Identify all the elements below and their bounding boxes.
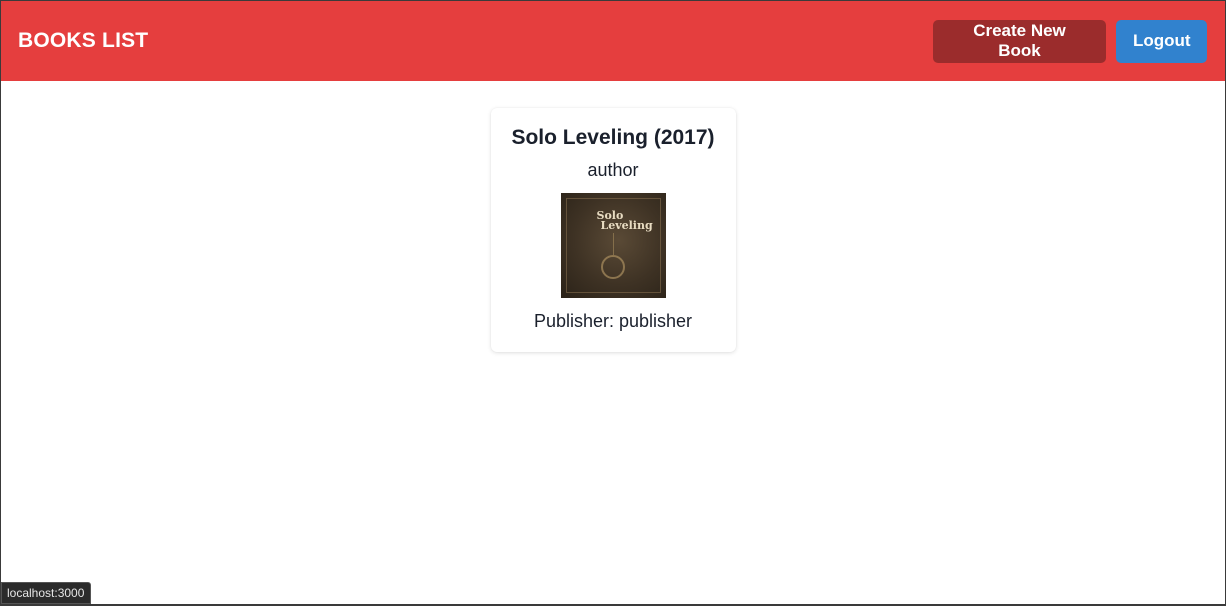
app-title: BOOKS LIST xyxy=(18,29,149,52)
create-new-book-button[interactable]: Create New Book xyxy=(933,19,1106,63)
header-actions: Create New Book Logout xyxy=(933,19,1207,63)
cover-title-line2: Leveling xyxy=(600,219,653,232)
book-publisher: Publisher: publisher xyxy=(533,311,693,331)
book-author: author xyxy=(587,160,639,180)
cover-ornament-line xyxy=(612,233,614,255)
book-list: Solo Leveling (2017) author Solo Levelin… xyxy=(1,81,1225,352)
book-title: Solo Leveling (2017) xyxy=(511,126,715,149)
cover-emblem xyxy=(600,255,625,279)
book-card[interactable]: Solo Leveling (2017) author Solo Levelin… xyxy=(490,108,736,352)
book-cover-image: Solo Leveling xyxy=(560,193,666,298)
app-header: BOOKS LIST Create New Book Logout xyxy=(1,1,1225,81)
status-bar-url: localhost:3000 xyxy=(1,582,92,604)
logout-button[interactable]: Logout xyxy=(1116,19,1207,63)
